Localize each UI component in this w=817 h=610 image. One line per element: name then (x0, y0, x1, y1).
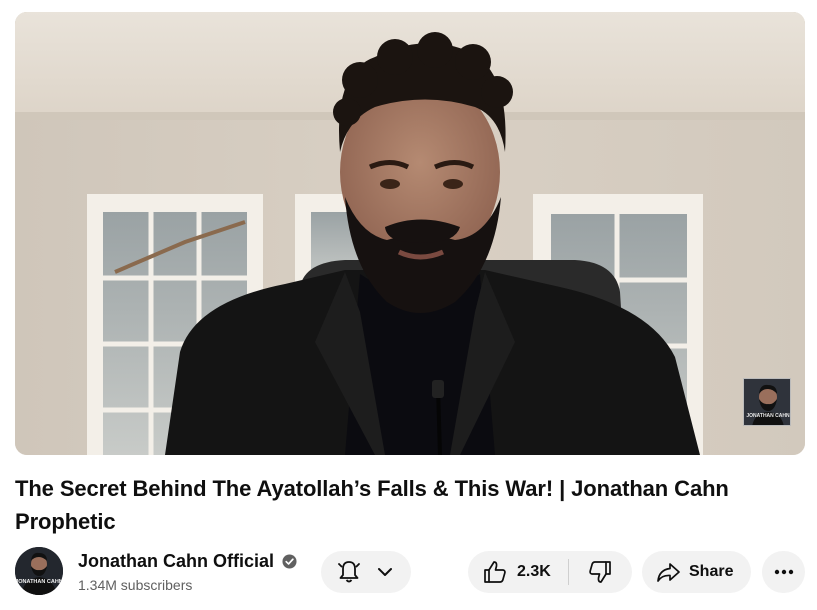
share-button[interactable]: Share (642, 551, 751, 593)
share-arrow-icon (657, 563, 680, 582)
thumbs-up-icon (484, 561, 506, 583)
verified-check-icon (282, 553, 298, 569)
chevron-down-icon (378, 568, 392, 576)
channel-name[interactable]: Jonathan Cahn Official (78, 549, 274, 573)
avatar[interactable]: JONATHAN CAHN (15, 547, 63, 595)
avatar-text: JONATHAN CAHN (15, 579, 63, 585)
share-label: Share (689, 563, 734, 580)
watermark-image: JONATHAN CAHN (744, 379, 790, 425)
like-count: 2.3K (517, 563, 551, 580)
channel-info: Jonathan Cahn Official 1.34M subscribers (78, 549, 298, 595)
bell-icon (338, 561, 360, 583)
like-dislike-group: 2.3K (468, 551, 632, 593)
notification-button[interactable] (321, 551, 411, 593)
dislike-button[interactable] (569, 551, 631, 593)
more-horizontal-icon (774, 569, 793, 575)
video-player[interactable]: JONATHAN CAHN (15, 12, 805, 455)
thumbs-down-icon (589, 561, 611, 583)
video-title: The Secret Behind The Ayatollah’s Falls … (15, 476, 729, 534)
channel-watermark[interactable]: JONATHAN CAHN (743, 378, 791, 426)
like-button[interactable]: 2.3K (468, 551, 568, 593)
watermark-text: JONATHAN CAHN (746, 413, 790, 419)
video-frame (15, 12, 805, 455)
avatar-image: JONATHAN CAHN (15, 547, 63, 595)
channel-row: JONATHAN CAHN Jonathan Cahn Official 1.3… (15, 547, 805, 597)
more-actions-button[interactable] (762, 551, 805, 593)
subscriber-count: 1.34M subscribers (78, 577, 193, 593)
